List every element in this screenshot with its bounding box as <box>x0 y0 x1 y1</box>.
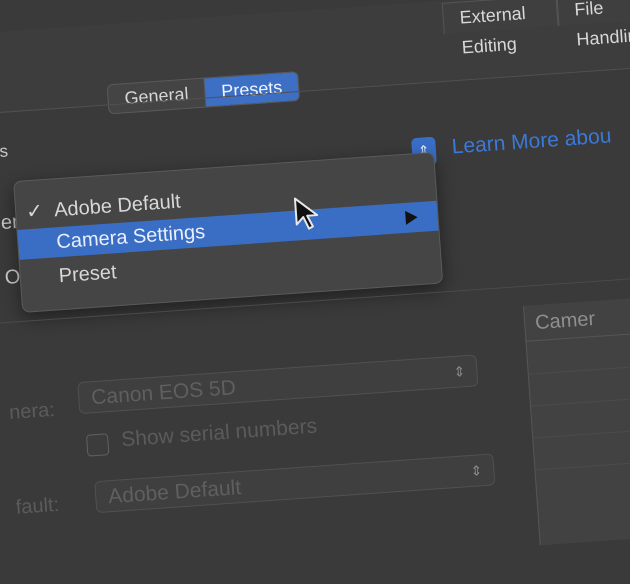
camera-select[interactable]: Canon EOS 5D ⇕ <box>77 354 479 415</box>
table-header-camera[interactable]: Camer <box>523 290 630 342</box>
default-select-value: Adobe Default <box>107 476 242 509</box>
checkmark-slot <box>30 262 48 263</box>
tab-external-editing[interactable]: External Editing <box>441 0 559 58</box>
checkmark-icon: ✓ <box>25 200 44 224</box>
tab-file-handling[interactable]: File Handling <box>556 0 630 50</box>
camera-select-value: Canon EOS 5D <box>90 376 237 410</box>
raw-defaults-dropdown-menu: ✓ Adobe Default Camera Settings Preset <box>13 151 444 313</box>
menu-item-label: Preset <box>58 261 118 288</box>
defaults-heading: lts <box>0 141 9 162</box>
top-tab-strip: External Editing File Handling <box>441 0 630 58</box>
default-select[interactable]: Adobe Default ⇕ <box>94 453 496 514</box>
submenu-arrow-icon <box>405 210 419 225</box>
chevron-updown-icon: ⇕ <box>453 363 466 380</box>
chevron-updown-icon: ⇕ <box>469 462 483 479</box>
checkmark-slot <box>27 228 45 229</box>
tab-general[interactable]: General <box>107 78 207 114</box>
toolbar-area: External Editing File Handling General P… <box>0 0 630 116</box>
serial-numbers-checkbox[interactable] <box>85 433 110 457</box>
default-label: fault: <box>15 493 60 519</box>
mouse-pointer-icon <box>293 197 319 230</box>
learn-more-link[interactable]: Learn More abou <box>451 124 612 159</box>
camera-label: nera: <box>8 398 56 425</box>
tab-presets[interactable]: Presets <box>204 72 300 107</box>
camera-defaults-table: Camer <box>523 290 630 546</box>
serial-numbers-label: Show serial numbers <box>120 414 318 452</box>
preferences-window: External Editing File Handling General P… <box>0 0 630 574</box>
